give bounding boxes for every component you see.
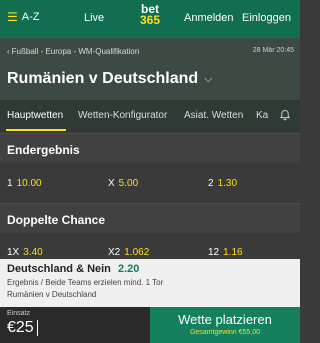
odds-label: 12 — [208, 247, 220, 258]
odds-value: 10.00 — [16, 178, 42, 189]
section-header-doppelte-chance[interactable]: Doppelte Chance — [0, 203, 300, 233]
odds-label: X — [108, 178, 115, 189]
logo-bottom: 365 — [139, 13, 161, 27]
slip-market: Ergebnis / Beide Teams erzielen mind. 1 … — [7, 278, 164, 287]
odds-label: 2 — [208, 178, 214, 189]
top-bar: ☰ A-Z Live bet 365 Anmelden Einloggen — [0, 0, 300, 38]
market-tabs: Hauptwetten Wetten-Konfigurator Asiat. W… — [0, 100, 300, 132]
stake-amount: €25 — [7, 319, 34, 336]
tab-truncated[interactable]: Ka — [256, 110, 268, 121]
breadcrumb-text: Fußball - Europa - WM-Qualifikation — [11, 47, 140, 56]
tab-asiat-wetten[interactable]: Asiat. Wetten — [184, 110, 243, 121]
odds-label: 1X — [7, 247, 20, 258]
odds-button-1x[interactable]: 1X 3.40 — [7, 247, 43, 258]
odds-label: X2 — [108, 247, 121, 258]
odds-row-doppelte-chance: 1X 3.40 X2 1.062 12 1.16 — [0, 233, 300, 259]
slip-selection: Deutschland & Nein — [7, 263, 111, 275]
register-link[interactable]: Anmelden — [184, 12, 234, 24]
breadcrumb[interactable]: ‹ Fußball - Europa - WM-Qualifikation — [7, 47, 139, 56]
chevron-left-icon: ‹ — [7, 47, 10, 56]
place-bet-label: Wette platzieren — [178, 312, 272, 327]
match-header: ‹ Fußball - Europa - WM-Qualifikation 28 … — [0, 38, 300, 100]
match-datetime: 28 Mär 20:45 — [252, 47, 294, 54]
section-title: Endergebnis — [7, 143, 80, 157]
odds-value: 1.16 — [223, 247, 243, 258]
odds-value: 3.40 — [23, 247, 43, 258]
odds-button-x2[interactable]: X2 1.062 — [108, 247, 149, 258]
odds-value: 1.062 — [124, 247, 150, 258]
logo[interactable]: bet 365 — [135, 3, 165, 27]
login-link[interactable]: Einloggen — [242, 12, 291, 24]
active-tab-indicator — [6, 129, 66, 131]
odds-button-12[interactable]: 12 1.16 — [208, 247, 243, 258]
odds-label: 1 — [7, 178, 13, 189]
tab-hauptwetten[interactable]: Hauptwetten — [7, 110, 63, 121]
section-header-endergebnis[interactable]: Endergebnis — [0, 133, 300, 163]
slip-price: 2.20 — [118, 263, 140, 275]
total-win: Gesamtgewinn €55,00 — [189, 329, 261, 336]
chevron-down-icon: ⌵ — [204, 72, 213, 85]
bet-slip[interactable]: Deutschland & Nein 2.20 Ergebnis / Beide… — [0, 259, 300, 307]
odds-value: 5.00 — [118, 178, 139, 189]
live-link[interactable]: Live — [84, 12, 104, 24]
stake-input[interactable]: Einsatz €25 — [0, 307, 150, 343]
section-title: Doppelte Chance — [7, 213, 106, 227]
tab-wetten-konfigurator[interactable]: Wetten-Konfigurator — [78, 110, 167, 121]
match-title: Rumänien v Deutschland — [7, 70, 199, 87]
text-caret — [37, 320, 38, 336]
place-bet-button[interactable]: Wette platzieren Gesamtgewinn €55,00 — [150, 307, 300, 343]
odds-value: 1.30 — [217, 178, 238, 189]
menu-icon: ☰ — [7, 10, 18, 24]
stake-label: Einsatz — [7, 310, 30, 317]
slip-event: Rumänien v Deutschland — [7, 290, 97, 299]
odds-button-away[interactable]: 2 1.30 — [208, 178, 237, 189]
bottom-bar: Einsatz €25 Wette platzieren Gesamtgewin… — [0, 307, 300, 343]
odds-button-home[interactable]: 1 10.00 — [7, 178, 42, 189]
odds-button-draw[interactable]: X 5.00 — [108, 178, 138, 189]
match-title-selector[interactable]: Rumänien v Deutschland ⌵ — [7, 70, 213, 88]
az-label: A-Z — [21, 11, 40, 23]
az-menu-button[interactable]: ☰ A-Z — [7, 11, 40, 23]
bell-icon[interactable] — [279, 109, 291, 121]
